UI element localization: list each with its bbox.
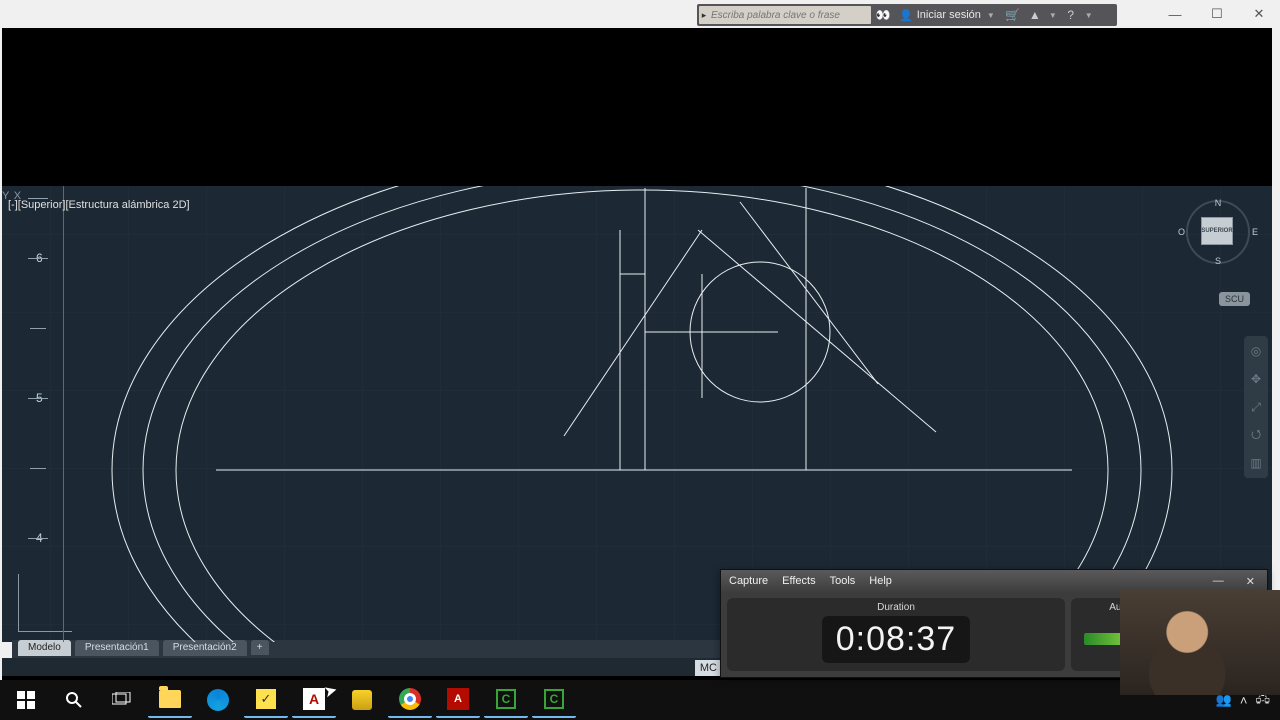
ruler-vertical: 6 5 4	[30, 186, 64, 642]
orbit-icon[interactable]: ⭯	[1247, 426, 1265, 444]
recorder-menu-capture[interactable]: Capture	[729, 575, 768, 587]
taskbar: ✓ A A C C 👥 ˄ 🖧	[0, 680, 1280, 720]
taskbar-app-yellow[interactable]	[340, 682, 384, 718]
binoculars-icon[interactable]: 👀	[873, 6, 893, 24]
acrobat-icon: A	[447, 688, 469, 710]
recorder-menu-effects[interactable]: Effects	[782, 575, 815, 587]
view-controls-label[interactable]: [-][Superior][Estructura alámbrica 2D]	[8, 199, 190, 211]
signin-button[interactable]: 👤 Iniciar sesión ▼	[895, 9, 1001, 22]
recorder-duration-group: Duration 0:08:37	[727, 598, 1065, 671]
recorder-menu-help[interactable]: Help	[869, 575, 892, 587]
search-wrapper[interactable]: ▸	[699, 6, 871, 24]
taskbar-camtasia[interactable]: C	[484, 682, 528, 718]
search-arrow-icon: ▸	[699, 10, 709, 21]
layout-tab-modelo[interactable]: Modelo	[18, 640, 71, 656]
start-button[interactable]	[4, 682, 48, 718]
app-store-icon[interactable]: ▲	[1025, 6, 1045, 24]
viewcube-west[interactable]: O	[1178, 227, 1185, 237]
signin-dropdown-icon[interactable]: ▼	[985, 11, 997, 20]
ribbon-area	[2, 28, 1272, 186]
viewcube[interactable]: N S E O SUPERIOR	[1186, 200, 1250, 264]
viewcube-east[interactable]: E	[1252, 227, 1258, 237]
user-icon: 👤	[899, 9, 913, 22]
steering-wheel-icon[interactable]: ◎	[1247, 342, 1265, 360]
recorder-minimize-button[interactable]: —	[1209, 575, 1228, 587]
recorder-duration-label: Duration	[877, 602, 915, 613]
recorder-duration-value: 0:08:37	[822, 616, 970, 663]
minimize-button[interactable]: —	[1154, 0, 1196, 28]
taskbar-search-button[interactable]	[52, 682, 96, 718]
search-input[interactable]	[709, 10, 871, 21]
taskbar-sticky-notes[interactable]: ✓	[244, 682, 288, 718]
close-button[interactable]: ✕	[1238, 0, 1280, 28]
task-view-button[interactable]	[100, 682, 144, 718]
chrome-icon	[399, 688, 421, 710]
recorder-menubar: Capture Effects Tools Help — ✕	[721, 570, 1267, 592]
app-icon	[352, 690, 372, 710]
layout-tab-presentacion2[interactable]: Presentación2	[163, 640, 247, 656]
edge-icon	[207, 689, 229, 711]
taskbar-chrome[interactable]	[388, 682, 432, 718]
signin-label: Iniciar sesión	[917, 9, 981, 21]
recorder-close-button[interactable]: ✕	[1242, 575, 1259, 588]
pan-icon[interactable]: ✥	[1247, 370, 1265, 388]
recorder-menu-tools[interactable]: Tools	[830, 575, 856, 587]
taskbar-edge[interactable]	[196, 682, 240, 718]
folder-icon	[159, 690, 181, 708]
navigation-bar: ◎ ✥ ⤢ ⭯ ▥	[1244, 336, 1268, 478]
exchange-icon[interactable]: 🛒	[1003, 6, 1023, 24]
note-icon: ✓	[256, 689, 276, 709]
autocad-icon: A	[303, 688, 325, 710]
help-icon[interactable]: ?	[1061, 6, 1081, 24]
status-mode-label[interactable]: MC	[695, 660, 722, 676]
taskbar-camtasia-recorder[interactable]: C	[532, 682, 576, 718]
zoom-icon[interactable]: ⤢	[1247, 398, 1265, 416]
appstore-dropdown-icon[interactable]: ▼	[1047, 11, 1059, 20]
taskbar-acrobat[interactable]: A	[436, 682, 480, 718]
showmotion-icon[interactable]: ▥	[1247, 454, 1265, 472]
webcam-overlay	[1120, 590, 1280, 695]
camtasia-icon: C	[496, 689, 516, 709]
infocenter-bar: ▸ 👀 👤 Iniciar sesión ▼ 🛒 ▲ ▼ ? ▼	[697, 4, 1117, 26]
help-dropdown-icon[interactable]: ▼	[1083, 11, 1095, 20]
layout-tab-presentacion1[interactable]: Presentación1	[75, 640, 159, 656]
viewcube-face-top[interactable]: SUPERIOR	[1202, 218, 1232, 244]
maximize-button[interactable]: ☐	[1196, 0, 1238, 28]
viewcube-south[interactable]: S	[1215, 256, 1221, 266]
layout-tab-add[interactable]: +	[251, 640, 269, 655]
camtasia-rec-icon: C	[544, 689, 564, 709]
viewcube-north[interactable]: N	[1215, 198, 1222, 208]
taskbar-file-explorer[interactable]	[148, 682, 192, 718]
